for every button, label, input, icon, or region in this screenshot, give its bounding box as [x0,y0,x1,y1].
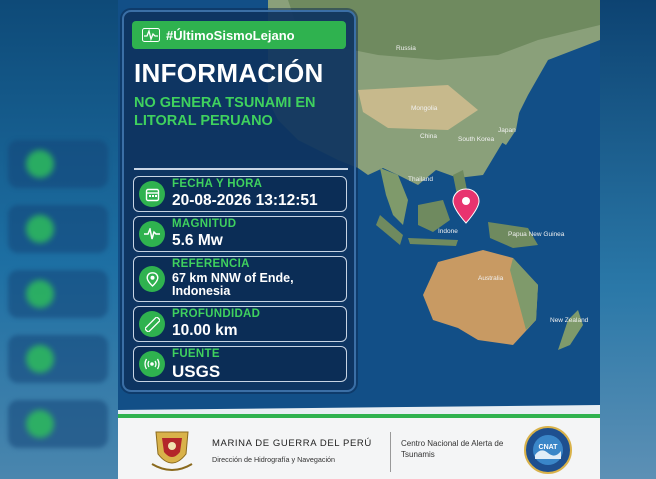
org-department: Dirección de Hidrografía y Navegación [212,455,336,464]
blur-dot [26,280,54,308]
page-title: INFORMACIÓN [134,58,324,88]
tsunami-info-poster: Russia Mongolia China South Korea Japan … [118,0,600,479]
right-blur-backdrop [600,0,656,479]
field-label: FUENTE [172,348,220,360]
field-label: PROFUNDIDAD [172,308,261,320]
field-value: 67 km NNW of Ende, Indonesia [172,271,294,298]
divider [134,168,348,170]
calendar-icon [139,181,165,207]
label-new-zealand: New Zealand [550,317,589,324]
label-south-korea: South Korea [458,136,495,143]
blur-card [8,205,108,253]
label-papua: Papua New Guinea [508,231,565,238]
label-russia: Russia [396,45,416,52]
label-australia: Australia [478,275,504,282]
field-date-time: FECHA Y HORA 20-08-2026 13:12:51 [133,176,347,212]
label-thailand: Thailand [408,176,433,183]
location-pin-icon [139,266,165,292]
field-depth: PROFUNDIDAD 10.00 km [133,306,347,342]
pulse-icon [142,28,160,42]
hashtag-banner: #ÚltimoSismoLejano [132,21,346,49]
field-source: FUENTE USGS [133,346,347,382]
blur-card [8,335,108,383]
field-label: FECHA Y HORA [172,178,263,190]
field-value: 10.00 km [172,322,238,339]
info-panel: #ÚltimoSismoLejano INFORMACIÓN NO GENERA… [122,10,356,392]
blur-dot [26,345,54,373]
hashtag-text: #ÚltimoSismoLejano [166,27,295,43]
broadcast-icon [139,351,165,377]
field-value: USGS [172,362,221,381]
field-label: REFERENCIA [172,258,250,270]
left-blur-backdrop [0,0,118,479]
label-mongolia: Mongolia [411,105,438,112]
footer: MARINA DE GUERRA DEL PERÚ Dirección de H… [118,414,600,479]
field-value: 20-08-2026 13:12:51 [172,192,318,209]
label-china: China [420,133,437,140]
field-label: MAGNITUD [172,218,237,230]
navy-crest-logo [151,431,193,471]
footer-divider [390,432,391,472]
blur-dot [26,410,54,438]
field-value: 5.6 Mw [172,232,223,249]
field-magnitude: MAGNITUD 5.6 Mw [133,216,347,252]
blur-dot [26,150,54,178]
field-reference: REFERENCIA 67 km NNW of Ende, Indonesia [133,256,347,302]
cnat-badge-text: CNAT [539,444,559,451]
org-name: MARINA DE GUERRA DEL PERÚ [212,438,372,449]
cnat-logo: CNAT [524,426,572,474]
label-indonesia: Indone [438,228,458,235]
stage: Russia Mongolia China South Korea Japan … [0,0,656,479]
waveform-icon [139,221,165,247]
blur-card [8,270,108,318]
ruler-icon [139,311,165,337]
center-name: Centro Nacional de Alerta de Tsunamis [401,439,504,459]
blur-dot [26,215,54,243]
blur-card [8,140,108,188]
tsunami-status: NO GENERA TSUNAMI EN LITORAL PERUANO [134,95,316,129]
blur-card [8,400,108,448]
label-japan: Japan [498,127,516,134]
